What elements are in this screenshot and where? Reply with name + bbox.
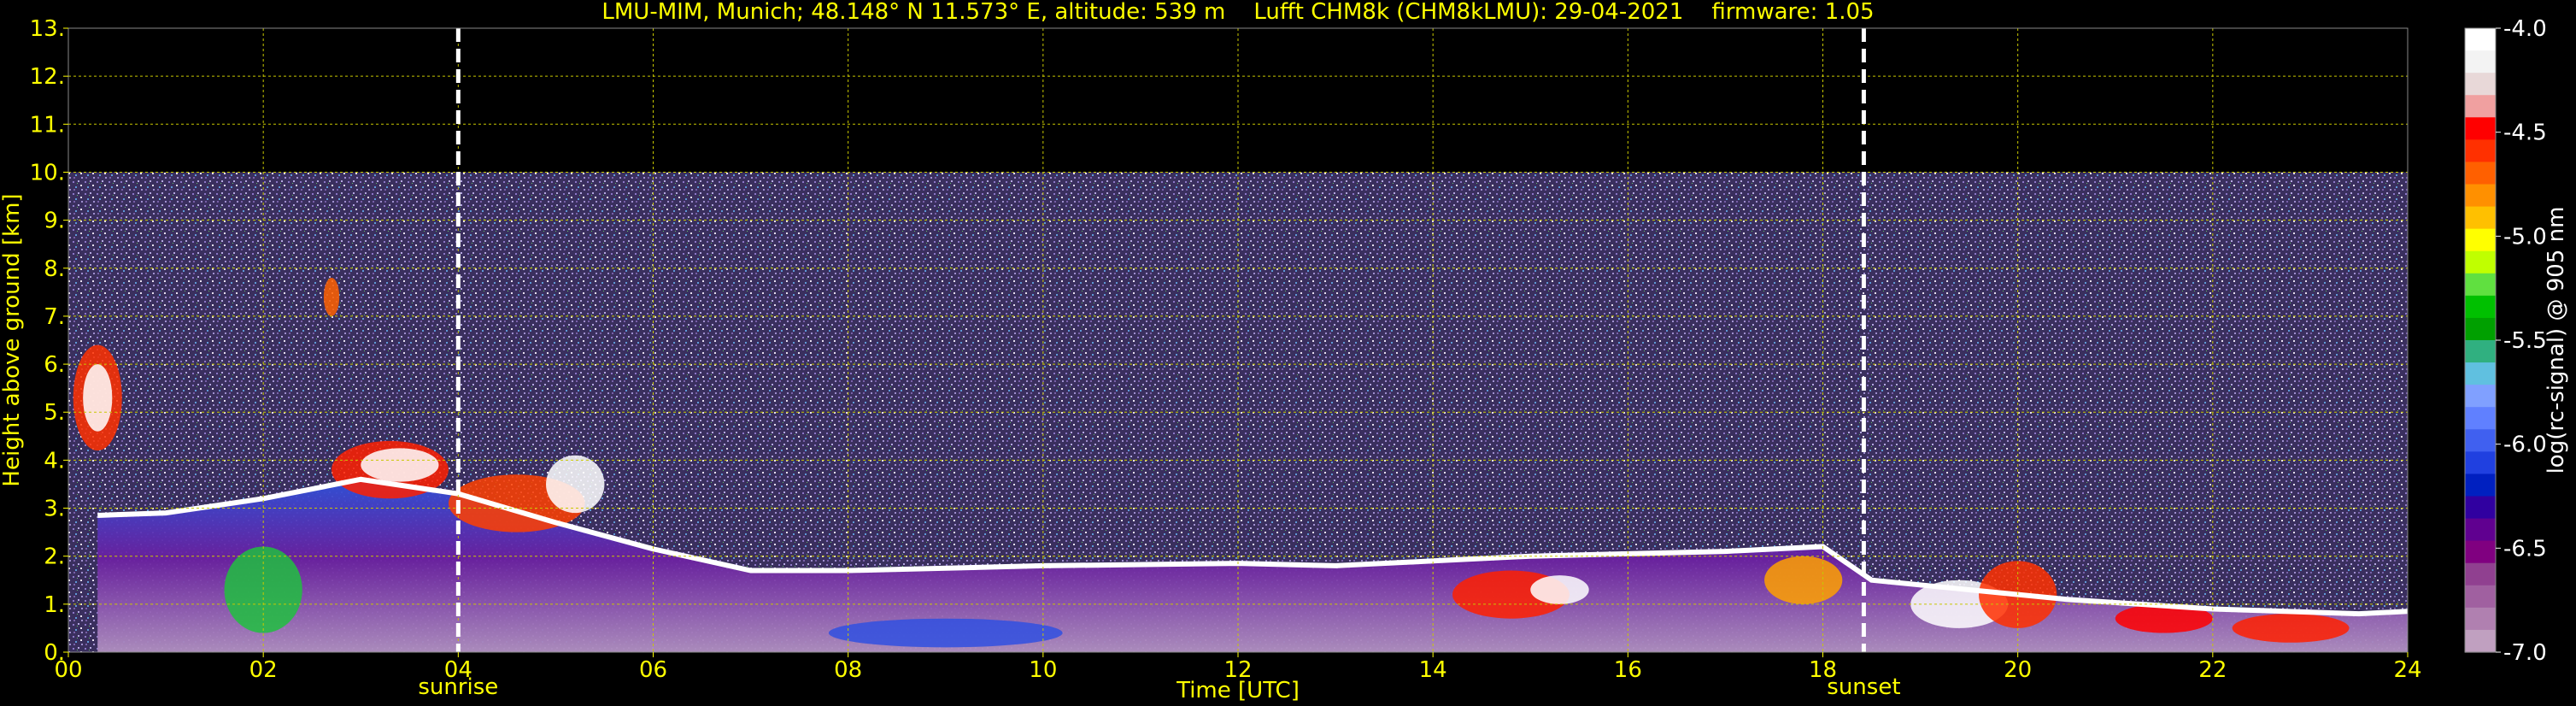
y-tick-label: 7. — [44, 304, 65, 330]
x-tick-label: 16 — [1614, 657, 1642, 683]
colorbar-swatch — [2465, 451, 2496, 475]
colorbar-swatch — [2465, 407, 2496, 430]
colorbar-swatch — [2465, 429, 2496, 452]
aerosol-feature — [323, 278, 340, 316]
colorbar-tick-label: -6.0 — [2503, 432, 2547, 458]
x-tick-label: 24 — [2393, 657, 2421, 683]
x-tick-label: 20 — [2004, 657, 2032, 683]
y-tick-label: 5. — [44, 400, 65, 426]
x-tick-labels: 00 02 04 06 08 10 12 14 16 18 20 22 24 — [54, 652, 2422, 683]
colorbar-swatch — [2465, 184, 2496, 208]
y-tick-label: 1. — [44, 592, 65, 618]
x-tick-label: 08 — [834, 657, 862, 683]
colorbar-tick-label: -5.0 — [2503, 224, 2547, 250]
y-tick-label: 9. — [44, 209, 65, 234]
colorbar-swatch — [2465, 362, 2496, 385]
colorbar-tick-label: -5.5 — [2503, 328, 2547, 354]
colorbar-swatch — [2465, 295, 2496, 319]
y-tick-label: 12. — [30, 64, 65, 90]
colorbar-swatch — [2465, 73, 2496, 96]
y-tick-label: 2. — [44, 544, 65, 570]
y-tick-labels: 0. 1. 2. 3. 4. 5. 6. 7. 8. 9. 10. 11. 12. 13. — [30, 16, 68, 666]
colorbar-swatch — [2465, 139, 2496, 163]
colorbar-swatch — [2465, 162, 2496, 185]
colorbar-swatch — [2465, 95, 2496, 118]
aerosol-feature — [1530, 575, 1589, 604]
colorbar-swatch — [2465, 385, 2496, 408]
y-tick-label: 6. — [44, 352, 65, 378]
colorbar-tick-labels: -4.0 -4.5 -5.0 -5.5 -6.0 -6.5 -7.0 — [2496, 16, 2547, 666]
x-tick-label: 06 — [639, 657, 667, 683]
colorbar-tick-label: -6.5 — [2503, 536, 2547, 562]
x-tick-label: 18 — [1809, 657, 1837, 683]
x-tick-label: 02 — [249, 657, 278, 683]
x-tick-label: 10 — [1029, 657, 1057, 683]
colorbar-swatch — [2465, 28, 2496, 51]
colorbar-swatch — [2465, 206, 2496, 230]
colorbar: -4.0 -4.5 -5.0 -5.5 -6.0 -6.5 -7.0 log(rc-sign… — [2464, 16, 2569, 666]
x-tick-label: 12 — [1223, 657, 1252, 683]
y-tick-label: 4. — [44, 448, 65, 474]
aerosol-feature — [828, 618, 1063, 648]
aerosol-feature — [83, 364, 113, 432]
colorbar-swatch — [2465, 562, 2496, 586]
colorbar-swatch — [2465, 317, 2496, 341]
colorbar-swatch — [2465, 50, 2496, 74]
colorbar-tick-label: -4.0 — [2503, 16, 2547, 42]
colorbar-swatch — [2465, 340, 2496, 363]
chart-title: LMU-MIM, Munich; 48.148° N 11.573° E, al… — [601, 0, 1874, 25]
x-tick-label: 22 — [2198, 657, 2227, 683]
colorbar-swatch — [2465, 518, 2496, 542]
plot-area: sunrise sunset — [67, 27, 2409, 700]
colorbar-swatch — [2465, 474, 2496, 497]
x-tick-label: 04 — [444, 657, 472, 683]
aerosol-feature — [2232, 614, 2350, 643]
colorbar-tick-label: -7.0 — [2503, 640, 2547, 666]
colorbar-swatch — [2465, 273, 2496, 297]
y-tick-label: 3. — [44, 497, 65, 522]
colorbar-swatch — [2465, 117, 2496, 140]
aerosol-feature — [546, 455, 605, 514]
y-tick-label: 11. — [30, 112, 65, 138]
colorbar-swatch — [2465, 228, 2496, 252]
colorbar-label: log(rc-signal) @ 905 nm — [2544, 207, 2569, 474]
y-tick-label: 0. — [44, 640, 65, 666]
colorbar-swatch — [2465, 496, 2496, 520]
colorbar-swatch — [2465, 540, 2496, 564]
y-tick-label: 8. — [44, 256, 65, 282]
y-tick-label: 13. — [30, 16, 65, 42]
ceilometer-chart: sunrise sunset LMU-MIM, Munich; 48.148° N… — [0, 0, 2569, 703]
colorbar-swatch — [2465, 250, 2496, 274]
colorbar-swatch — [2465, 585, 2496, 609]
colorbar-swatch — [2465, 629, 2496, 653]
colorbar-swatch — [2465, 607, 2496, 631]
colorbar-swatches — [2464, 27, 2497, 653]
y-axis-label: Height above ground [km] — [0, 193, 25, 486]
marker-label: sunset — [1827, 674, 1900, 700]
y-tick-label: 10. — [30, 160, 65, 185]
aerosol-feature — [361, 448, 439, 482]
x-tick-label: 14 — [1419, 657, 1447, 683]
aerosol-feature — [1764, 556, 1843, 604]
colorbar-tick-label: -4.5 — [2503, 121, 2547, 146]
